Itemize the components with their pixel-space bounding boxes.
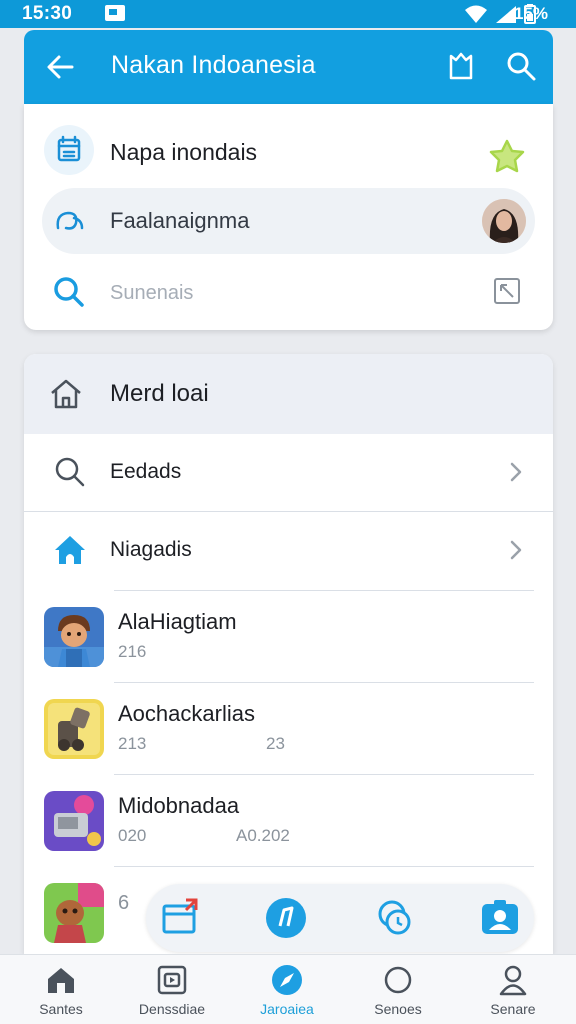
nav-item-niagadis[interactable]: Niagadis xyxy=(24,512,553,590)
status-time: 15:30 xyxy=(22,3,73,24)
circle-icon xyxy=(384,966,412,994)
search-icon xyxy=(55,457,85,487)
sim-icon xyxy=(105,5,125,21)
list-item[interactable]: Aochackarlias 213 23 xyxy=(24,688,553,780)
main-card: Merd loai Eedads Niagadis AlaHiagtiam 21… xyxy=(24,354,553,954)
list-item[interactable]: Midobnadaa 020 A0.202 xyxy=(24,780,553,872)
app-name: Aochackarlias xyxy=(118,701,255,726)
divider xyxy=(114,682,534,683)
chevron-right-icon xyxy=(510,462,522,482)
profile-badge-icon[interactable] xyxy=(478,896,522,940)
app-meta: 020 xyxy=(118,826,147,845)
compass-icon xyxy=(272,965,302,995)
inbox-icon[interactable] xyxy=(158,896,202,940)
app-meta-secondary: 23 xyxy=(266,734,285,753)
app-name: AlaHiagtiam xyxy=(118,609,237,634)
person-icon xyxy=(499,965,527,996)
profile-row[interactable]: Faalanaignma xyxy=(42,188,535,254)
top-card: Napa inondais Faalanaignma Sunenais xyxy=(24,104,553,330)
tab-label: Senare xyxy=(490,1001,536,1017)
media-icon xyxy=(157,965,187,995)
battery-percent: 15% xyxy=(513,4,548,23)
app-meta: 213 xyxy=(118,734,147,753)
search-icon xyxy=(54,277,84,307)
star-icon[interactable] xyxy=(488,138,526,174)
tab-label: Senoes xyxy=(374,1001,422,1017)
app-thumbnail xyxy=(44,791,104,851)
nav-item-label: Eedads xyxy=(110,460,182,483)
link-icon xyxy=(56,211,84,230)
expand-icon[interactable] xyxy=(493,277,521,305)
divider xyxy=(114,774,534,775)
row-label: Napa inondais xyxy=(110,139,258,165)
app-bar: Nakan Indoanesia xyxy=(24,30,553,104)
tab-denssdiae[interactable]: Denssdiae xyxy=(117,955,227,1024)
floating-action-dock xyxy=(146,884,534,952)
list-item-napa[interactable]: Napa inondais xyxy=(24,112,553,186)
search-icon[interactable] xyxy=(505,50,537,82)
page-title: Nakan Indoanesia xyxy=(111,51,316,79)
status-bar: 15:30 15% xyxy=(0,0,576,28)
section-header: Merd loai xyxy=(24,354,553,434)
house-icon xyxy=(55,536,85,564)
tab-senoes[interactable]: Senoes xyxy=(343,955,453,1024)
app-meta: 216 xyxy=(118,642,147,661)
tab-senare[interactable]: Senare xyxy=(458,955,568,1024)
home-icon xyxy=(51,379,81,409)
tab-jaroaiea[interactable]: Jaroaiea xyxy=(232,955,342,1024)
chevron-right-icon xyxy=(510,540,522,560)
row-label: Faalanaignma xyxy=(110,208,250,233)
divider xyxy=(114,866,534,867)
home-icon xyxy=(48,968,74,993)
app-name: Midobnadaa xyxy=(118,793,240,818)
app-thumbnail xyxy=(44,883,104,943)
calendar-icon xyxy=(44,125,94,175)
tab-label: Denssdiae xyxy=(138,1001,206,1017)
tab-label: Jaroaiea xyxy=(260,1001,314,1017)
avatar[interactable] xyxy=(482,199,526,243)
app-meta: 6 xyxy=(118,892,130,914)
wifi-icon xyxy=(465,5,487,23)
bottom-navigation: Santes Denssdiae Jaroaiea Senoes Senare xyxy=(0,954,576,1024)
app-thumbnail xyxy=(44,699,104,759)
nav-item-eedads[interactable]: Eedads xyxy=(24,434,553,512)
music-icon[interactable] xyxy=(264,896,308,940)
search-input[interactable]: Sunenais xyxy=(110,282,193,305)
tab-santes[interactable]: Santes xyxy=(6,955,116,1024)
list-item[interactable]: AlaHiagtiam 216 xyxy=(24,596,553,688)
bookmark-icon[interactable] xyxy=(445,50,477,82)
app-thumbnail xyxy=(44,607,104,667)
tab-label: Santes xyxy=(39,1001,83,1017)
nav-item-label: Niagadis xyxy=(110,538,192,561)
divider xyxy=(114,590,534,591)
search-row[interactable]: Sunenais xyxy=(24,260,553,326)
back-arrow-icon[interactable] xyxy=(44,52,76,82)
section-title: Merd loai xyxy=(110,380,209,407)
app-meta-secondary: A0.202 xyxy=(236,826,290,845)
chat-icon[interactable] xyxy=(372,896,416,940)
